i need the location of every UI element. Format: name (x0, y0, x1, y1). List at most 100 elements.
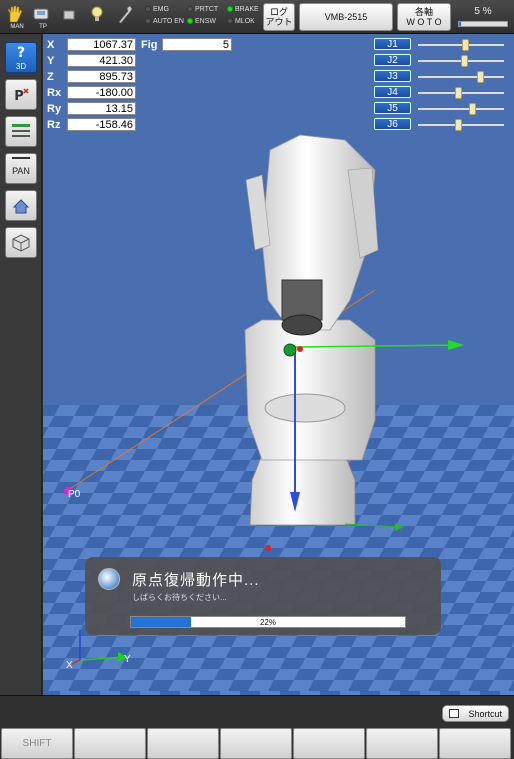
joint-j2[interactable]: J2 (374, 54, 508, 67)
progress-text: 22% (259, 618, 276, 627)
joint-j4-knob[interactable] (455, 87, 463, 99)
lamp-ensw: ENSW (187, 17, 216, 26)
joint-j2-track[interactable] (418, 55, 504, 67)
joint-j4-label[interactable]: J4 (374, 86, 411, 98)
joint-j6-label[interactable]: J6 (374, 118, 411, 130)
cube-view-button[interactable] (5, 227, 37, 258)
shortcut-button[interactable]: Shortcut (442, 705, 509, 722)
joint-j6[interactable]: J6 (374, 118, 508, 131)
joint-j5-track[interactable] (418, 103, 504, 115)
robot-body (244, 319, 376, 461)
coord-rx-value: -180.00 (67, 86, 136, 99)
joint-j1-knob[interactable] (462, 39, 470, 51)
joint-j2-knob[interactable] (460, 55, 468, 67)
joint-j1-track[interactable] (418, 39, 504, 51)
list-tool-button[interactable] (5, 116, 37, 147)
axis-mode-line2: W O T O (406, 17, 442, 27)
question-icon: ? (17, 45, 25, 61)
lamp-brake-label: BRAKE (235, 6, 259, 13)
world-x-axis-label: X (66, 660, 73, 671)
coord-x-value: 1067.37 (67, 38, 136, 51)
man-hand-icon[interactable]: MAN (4, 4, 30, 32)
lamp-brake-indicator (227, 6, 233, 12)
joint-j1[interactable]: J1 (374, 38, 508, 51)
coord-z-value: 895.73 (67, 70, 136, 83)
lamp-prtct-label: PRTCT (195, 6, 219, 13)
speed-bar[interactable] (458, 21, 508, 27)
pan-icon (12, 157, 30, 159)
status-lamps: EMG PRTCT BRAKE AUTO EN ENSW MLOK (145, 5, 263, 29)
coord-rx-label: Rx (47, 87, 62, 99)
joint-j3-track[interactable] (418, 71, 504, 83)
joint-j6-knob[interactable] (455, 119, 463, 131)
fkey-3[interactable] (147, 728, 219, 759)
fkey-shift[interactable]: SHIFT (1, 728, 73, 759)
fkey-7[interactable] (439, 728, 511, 759)
speed-text: 5 % (474, 6, 492, 17)
axis-mode-line1: 各軸 (414, 7, 433, 17)
tp-label: TP (39, 24, 47, 30)
joint-j3-label[interactable]: J3 (374, 70, 411, 82)
svg-text:?: ? (17, 45, 25, 61)
joint-j3-knob[interactable] (476, 71, 484, 83)
fkey-6[interactable] (366, 728, 438, 759)
pan-button[interactable]: PAN (5, 153, 37, 184)
coord-x-label: X (47, 39, 55, 51)
lamp-emg-indicator (145, 6, 151, 12)
lamp-auto-en-label: AUTO EN (153, 18, 184, 25)
shortcut-icon (449, 709, 459, 718)
joint-j5-knob[interactable] (469, 103, 477, 115)
lamp-ensw-indicator (187, 18, 193, 24)
wrench-icon[interactable] (114, 4, 140, 32)
fkey-4[interactable] (220, 728, 292, 759)
joint-j5[interactable]: J5 (374, 102, 508, 115)
lamp-auto-en-indicator (145, 18, 151, 24)
dialog-title: 原点復帰動作中... (132, 572, 260, 589)
teach-pendant-icon[interactable]: TP (30, 4, 56, 32)
joint-j4-track[interactable] (418, 87, 504, 99)
point-cursor-icon: P (14, 88, 29, 104)
pan-label: PAN (12, 166, 30, 176)
lamp-ensw-label: ENSW (195, 18, 216, 25)
view-3d-button[interactable]: ? 3D (5, 42, 37, 73)
coord-rz-label: Rz (47, 119, 61, 131)
lamp-emg: EMG (145, 5, 169, 14)
speed-override[interactable]: 5 % (457, 6, 509, 30)
joint-j6-track[interactable] (418, 119, 504, 131)
logout-button[interactable]: ログ アウト (263, 3, 295, 31)
dialog-subtitle: しばらくお待ちください... (132, 593, 227, 602)
robot-teach-pendant-screen: MAN TP EMG PRTCT BRAKE AUTO EN ENSW MLOK… (0, 0, 514, 759)
function-keys: SHIFT (0, 728, 514, 759)
fkey-5[interactable] (293, 728, 365, 759)
lamp-mlok-indicator (227, 18, 233, 24)
stop-square-icon[interactable] (58, 4, 84, 32)
robot-model-label: VMB-2515 (324, 12, 368, 22)
top-status-bar: MAN TP EMG PRTCT BRAKE AUTO EN ENSW MLOK… (0, 0, 514, 34)
speed-bar-fill (459, 22, 462, 26)
home-button[interactable] (5, 190, 37, 221)
coord-ry-value: 13.15 (67, 102, 136, 115)
homing-progress-dialog: 原点復帰動作中... しばらくお待ちください... 22% (85, 557, 441, 635)
list-icon (12, 124, 30, 137)
axis-mode-button[interactable]: 各軸 W O T O (397, 3, 451, 31)
coord-ry-label: Ry (47, 103, 62, 115)
lamp-auto-en: AUTO EN (145, 17, 184, 26)
joint-j4[interactable]: J4 (374, 86, 508, 99)
clock-icon (98, 568, 120, 590)
left-toolbar: ? 3D P PAN (0, 34, 42, 695)
coord-z-label: Z (47, 71, 54, 83)
world-y-axis-label: Y (124, 654, 131, 665)
joint-j1-label[interactable]: J1 (374, 38, 411, 50)
fkey-2[interactable] (74, 728, 146, 759)
lamp-mlok-label: MLOK (235, 18, 255, 25)
joint-j2-label[interactable]: J2 (374, 54, 411, 66)
coord-rz-value: -158.46 (67, 118, 136, 131)
light-bulb-icon[interactable] (86, 4, 112, 32)
joint-j5-label[interactable]: J5 (374, 102, 411, 114)
joint-j3[interactable]: J3 (374, 70, 508, 83)
home-icon (12, 199, 30, 214)
point-tool-button[interactable]: P (5, 79, 37, 110)
robot-model-button[interactable]: VMB-2515 (299, 3, 393, 31)
robot-base (249, 454, 356, 526)
lamp-prtct: PRTCT (187, 5, 218, 14)
